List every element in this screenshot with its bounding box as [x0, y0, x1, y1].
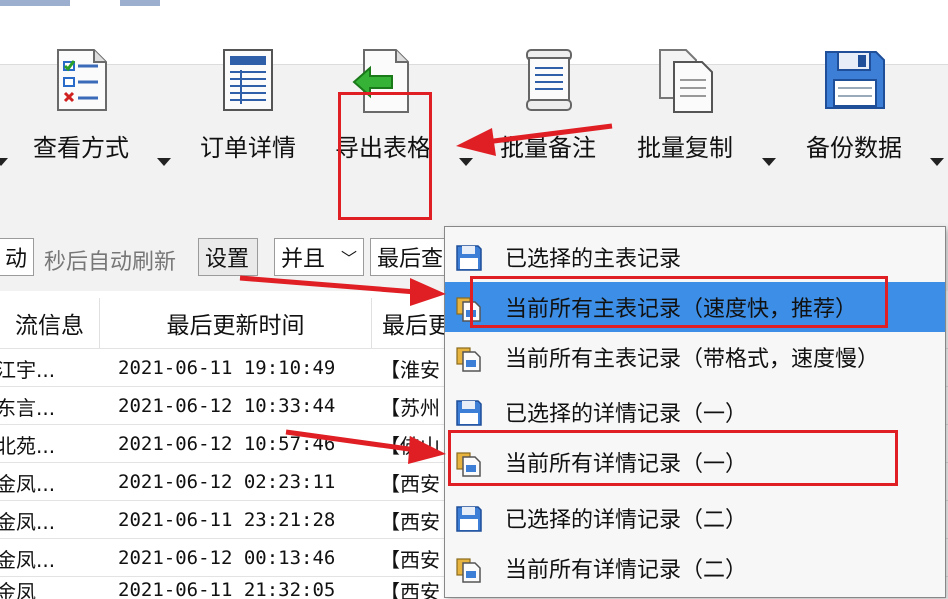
- annotation-arrow-icon: [239, 275, 446, 306]
- annotation-arrows: [239, 123, 613, 464]
- annotation-arrow-icon: [285, 429, 446, 464]
- annotation-arrow-icon: [456, 123, 613, 156]
